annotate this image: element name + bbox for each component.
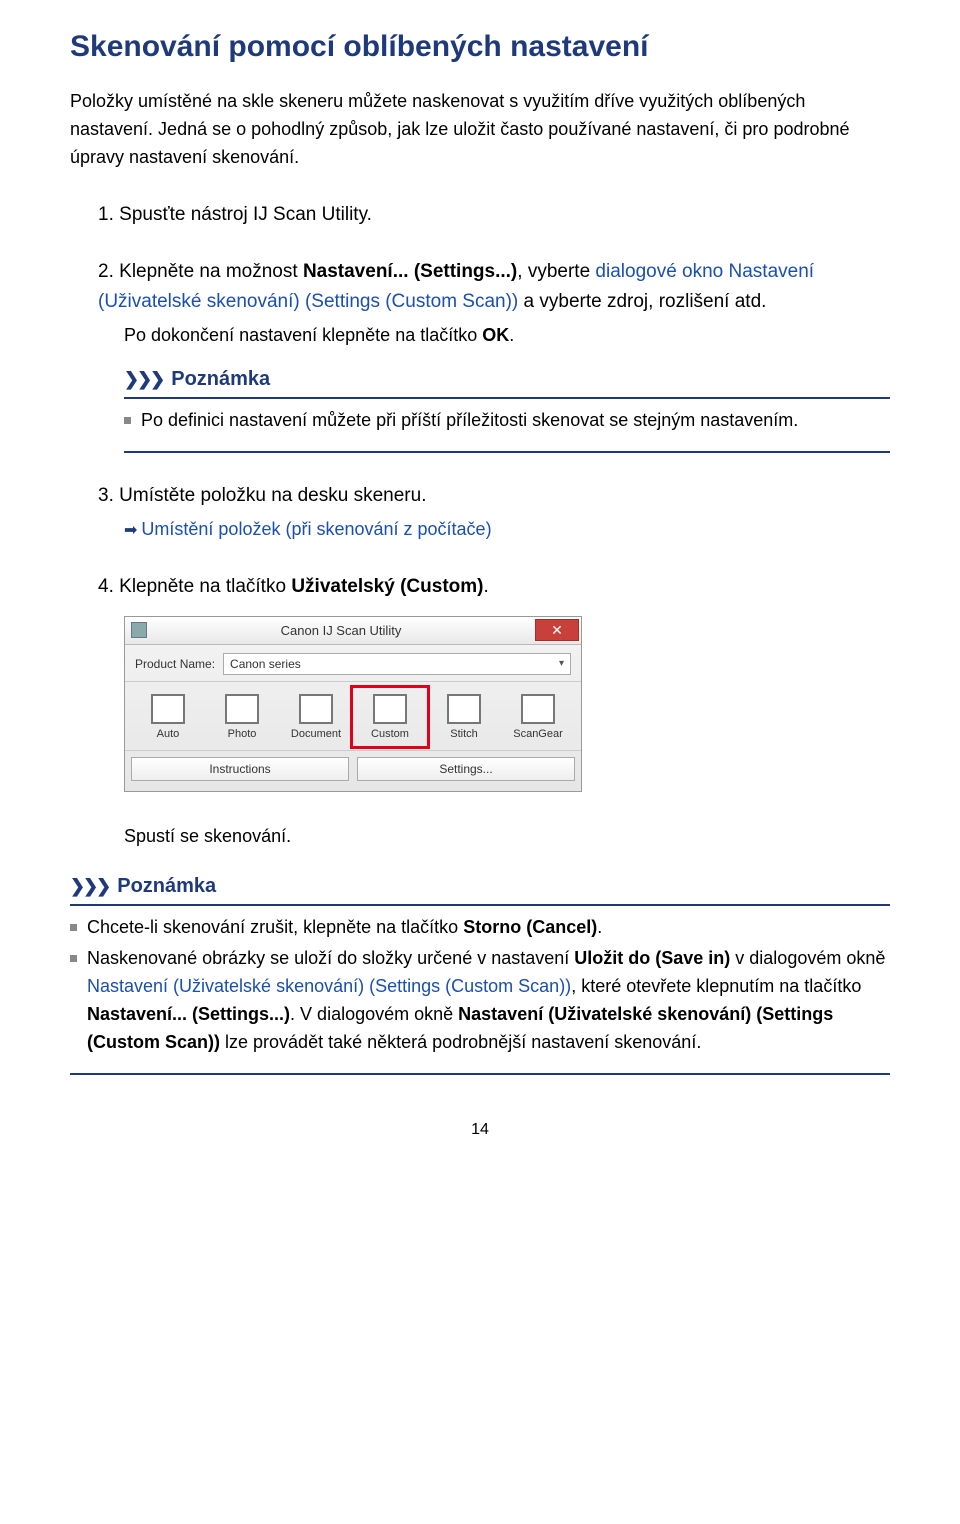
icon-label: Document	[291, 728, 341, 740]
custom-icon	[373, 694, 407, 724]
note-text: Chcete-li skenování zrušit, klepněte na …	[87, 914, 602, 942]
instructions-button[interactable]: Instructions	[131, 757, 349, 781]
scangear-icon	[521, 694, 555, 724]
step-2-sub: Po dokončení nastavení klepněte na tlačí…	[124, 322, 890, 350]
text-bold: Storno (Cancel)	[463, 917, 597, 937]
text: lze provádět také některá podrobnější na…	[220, 1032, 701, 1052]
icon-label: ScanGear	[513, 728, 563, 740]
app-screenshot: Canon IJ Scan Utility ✕ Product Name: Ca…	[124, 616, 890, 792]
text: Chcete-li skenování zrušit, klepněte na …	[87, 917, 463, 937]
text: v dialogovém okně	[730, 948, 885, 968]
chevron-down-icon: ▾	[559, 658, 564, 669]
text-bold: Nastavení... (Settings...)	[303, 261, 517, 282]
step-number: 2.	[98, 261, 114, 282]
photo-icon	[225, 694, 259, 724]
page-number: 14	[70, 1121, 890, 1139]
icon-label: Stitch	[450, 728, 478, 740]
bullet-icon	[70, 955, 77, 962]
arrow-right-icon: ➡	[124, 522, 137, 539]
step-number: 3.	[98, 485, 114, 506]
photo-button[interactable]: Photo	[205, 688, 279, 746]
bullet-icon	[70, 924, 77, 931]
product-name-label: Product Name:	[135, 657, 215, 671]
page-title: Skenování pomocí oblíbených nastavení	[70, 30, 890, 64]
settings-button[interactable]: Settings...	[357, 757, 575, 781]
placement-link[interactable]: Umístění položek (při skenování z počíta…	[141, 519, 491, 539]
text: .	[597, 917, 602, 937]
text-bold: OK	[482, 325, 509, 345]
icon-label: Custom	[371, 728, 409, 740]
note-title: Poznámka	[117, 875, 216, 898]
document-button[interactable]: Document	[279, 688, 353, 746]
note-box-1: ❯❯❯ Poznámka Po definici nastavení můžet…	[124, 368, 890, 453]
window-title: Canon IJ Scan Utility	[147, 623, 535, 638]
dialog-link[interactable]: Nastavení (Uživatelské skenování) (Setti…	[87, 976, 571, 996]
auto-icon	[151, 694, 185, 724]
icon-label: Auto	[157, 728, 180, 740]
bullet-icon	[124, 417, 131, 424]
text: .	[483, 576, 488, 597]
step-1: 1. Spusťte nástroj IJ Scan Utility.	[98, 200, 890, 229]
step-2: 2. Klepněte na možnost Nastavení... (Set…	[98, 257, 890, 316]
product-name-value: Canon series	[230, 657, 301, 671]
stitch-button[interactable]: Stitch	[427, 688, 501, 746]
text: Klepněte na možnost	[119, 261, 303, 282]
close-button[interactable]: ✕	[535, 619, 579, 641]
document-icon	[299, 694, 333, 724]
text: Klepněte na tlačítko	[119, 576, 291, 597]
note-text: Po definici nastavení můžete při příští …	[141, 407, 798, 435]
product-name-select[interactable]: Canon series ▾	[223, 653, 571, 675]
stitch-icon	[447, 694, 481, 724]
text-bold: Uživatelský (Custom)	[291, 576, 483, 597]
step-4: 4. Klepněte na tlačítko Uživatelský (Cus…	[98, 572, 890, 601]
note-box-2: ❯❯❯ Poznámka Chcete-li skenování zrušit,…	[70, 875, 890, 1075]
text: a vyberte zdroj, rozlišení atd.	[518, 291, 766, 312]
icon-label: Photo	[228, 728, 257, 740]
step-3: 3. Umístěte položku na desku skeneru.	[98, 481, 890, 510]
text: .	[509, 325, 514, 345]
step-number: 4.	[98, 576, 114, 597]
text: . V dialogovém okně	[290, 1004, 458, 1024]
app-icon	[131, 622, 147, 638]
text-bold: Nastavení... (Settings...)	[87, 1004, 290, 1024]
custom-button[interactable]: Custom	[350, 685, 430, 749]
result-text: Spustí se skenování.	[124, 826, 890, 847]
note-arrows-icon: ❯❯❯	[124, 369, 163, 390]
auto-button[interactable]: Auto	[131, 688, 205, 746]
note-title: Poznámka	[171, 368, 270, 391]
step-number: 1.	[98, 204, 114, 225]
scangear-button[interactable]: ScanGear	[501, 688, 575, 746]
text: Naskenované obrázky se uloží do složky u…	[87, 948, 574, 968]
step-text: Spusťte nástroj IJ Scan Utility.	[119, 204, 372, 225]
note-text: Naskenované obrázky se uloží do složky u…	[87, 945, 890, 1057]
text: , vyberte	[517, 261, 595, 282]
intro-paragraph: Položky umístěné na skle skeneru můžete …	[70, 88, 890, 172]
text: , které otevřete klepnutím na tlačítko	[571, 976, 861, 996]
text: Po dokončení nastavení klepněte na tlačí…	[124, 325, 482, 345]
step-text: Umístěte položku na desku skeneru.	[119, 485, 426, 506]
text-bold: Uložit do (Save in)	[574, 948, 730, 968]
note-arrows-icon: ❯❯❯	[70, 876, 109, 897]
